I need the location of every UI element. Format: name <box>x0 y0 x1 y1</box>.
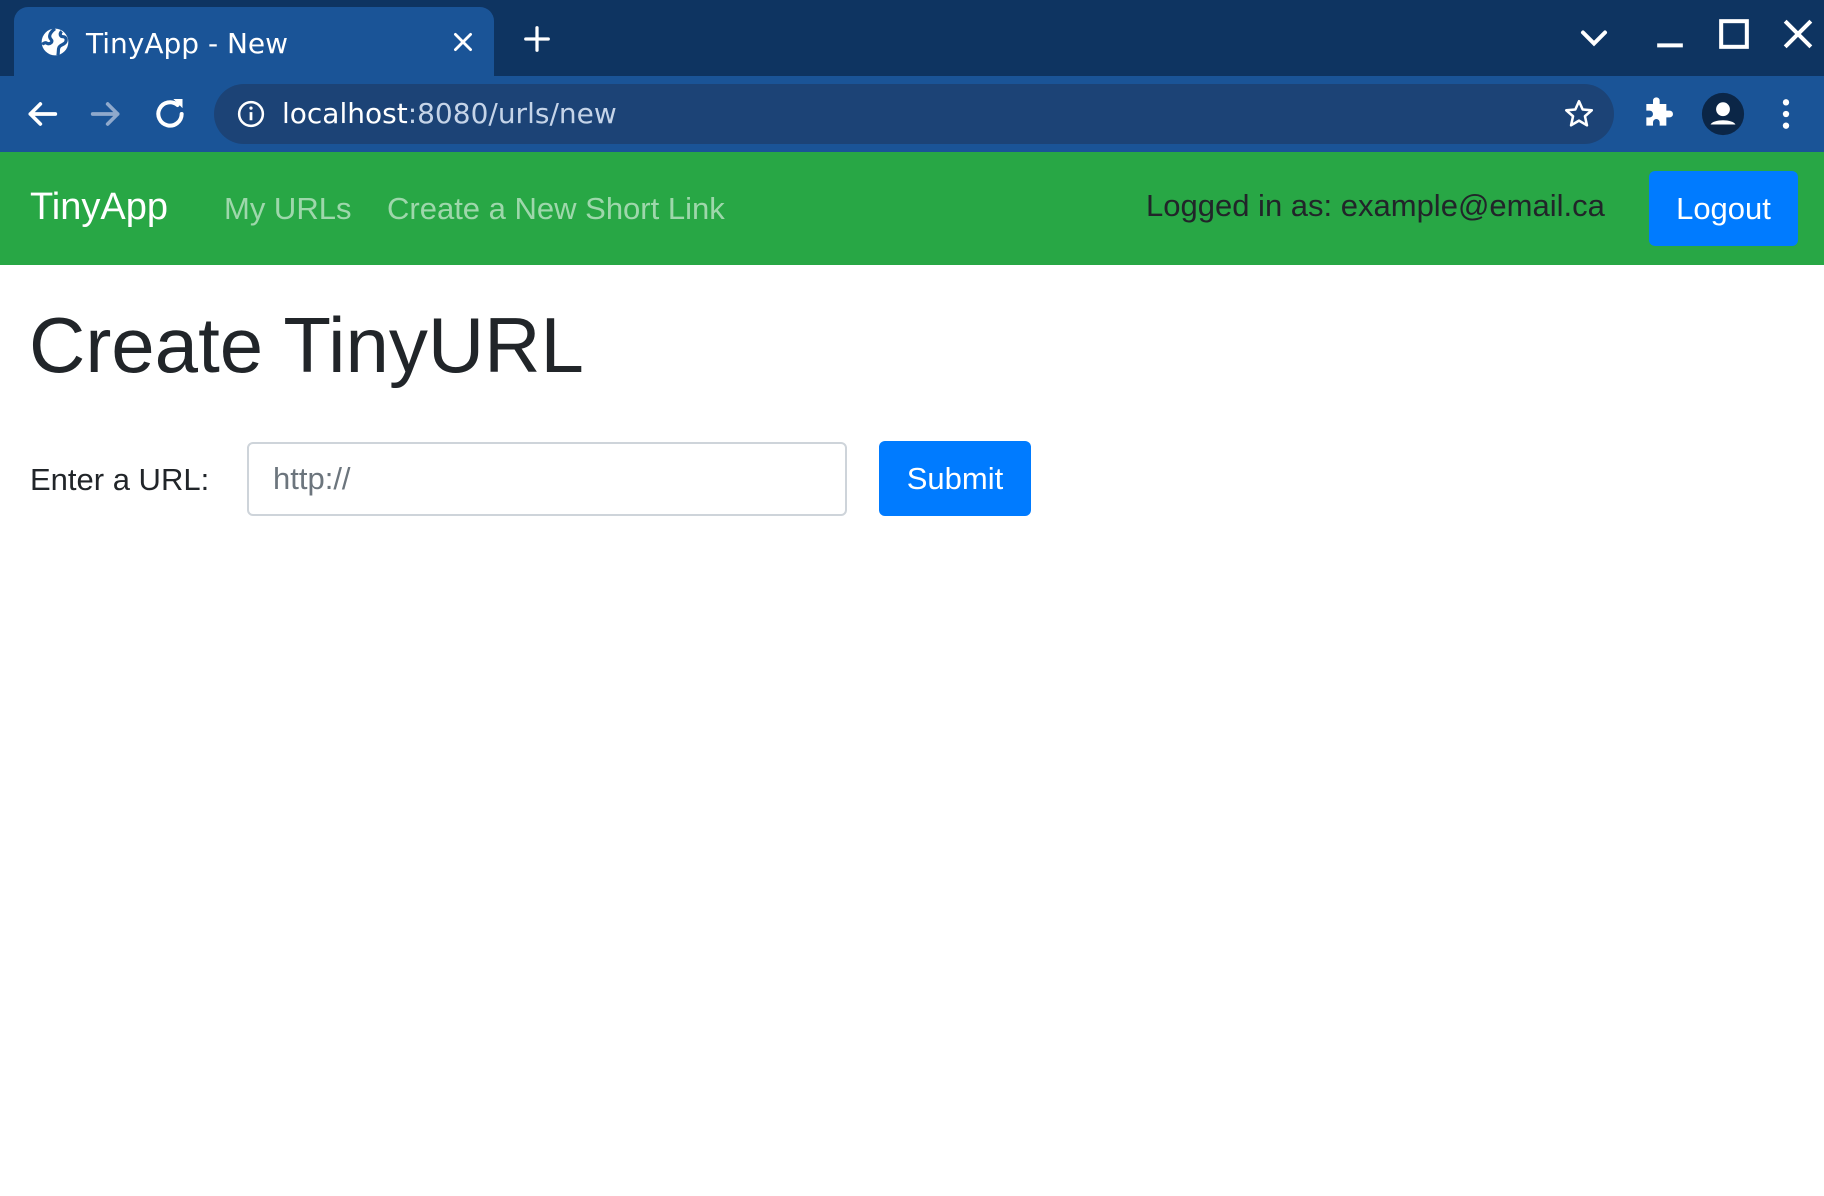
nav-link-my-urls[interactable]: My URLs <box>224 191 351 227</box>
url-path: :8080/urls/new <box>407 97 617 130</box>
browser-menu-kebab-icon[interactable] <box>1766 94 1806 134</box>
address-bar[interactable]: localhost:8080/urls/new <box>214 84 1614 144</box>
profile-avatar-icon[interactable] <box>1700 91 1746 137</box>
tab-search-chevron-down-icon[interactable] <box>1572 16 1616 60</box>
logout-button[interactable]: Logout <box>1649 171 1798 246</box>
brand-link[interactable]: TinyApp <box>30 186 168 229</box>
url-input[interactable] <box>247 442 847 516</box>
address-url: localhost:8080/urls/new <box>282 97 617 130</box>
url-host: localhost <box>282 97 408 130</box>
new-tab-icon[interactable] <box>522 24 552 54</box>
logged-in-status: Logged in as: example@email.ca <box>1146 188 1605 223</box>
maximize-icon[interactable] <box>1712 12 1756 56</box>
globe-icon <box>40 27 69 57</box>
minimize-icon[interactable] <box>1648 16 1692 60</box>
bookmark-star-icon[interactable] <box>1562 97 1596 131</box>
close-tab-icon[interactable] <box>450 29 476 55</box>
submit-button[interactable]: Submit <box>879 441 1031 516</box>
reload-icon[interactable] <box>150 94 190 134</box>
close-window-icon[interactable] <box>1776 12 1820 56</box>
tab-title: TinyApp - New <box>86 27 289 60</box>
browser-tabstrip: TinyApp - New <box>0 0 1824 76</box>
extensions-puzzle-icon[interactable] <box>1638 94 1678 134</box>
forward-arrow-icon[interactable] <box>86 94 126 134</box>
back-arrow-icon[interactable] <box>22 94 62 134</box>
page-title: Create TinyURL <box>29 301 584 389</box>
nav-link-create-short-link[interactable]: Create a New Short Link <box>387 191 725 227</box>
url-field-label: Enter a URL: <box>30 462 210 497</box>
site-info-icon[interactable] <box>236 99 266 129</box>
browser-toolbar: localhost:8080/urls/new <box>0 76 1824 152</box>
browser-tab-active[interactable]: TinyApp - New <box>14 7 494 76</box>
page-navbar: TinyApp My URLs Create a New Short Link … <box>0 152 1824 265</box>
